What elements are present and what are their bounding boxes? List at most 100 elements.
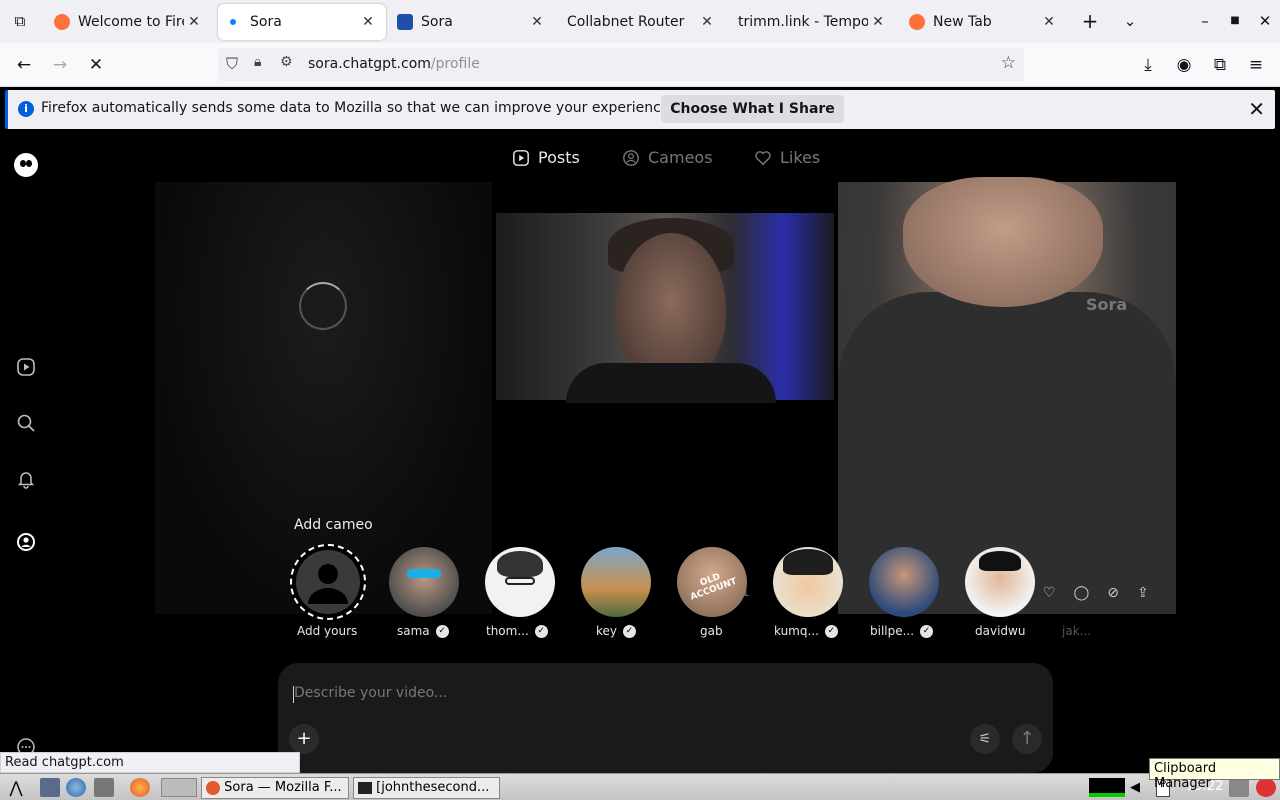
browser-tab-sora-active[interactable]: Sora ✕ [218,4,386,40]
browser-launcher-icon[interactable] [66,778,86,797]
add-yours-avatar[interactable] [290,544,366,620]
minimize-icon[interactable]: – [1194,10,1216,32]
lock-icon[interactable]: 🔒︎ [254,54,261,70]
taskbar-item-terminal[interactable]: [johnthesecond... [353,777,500,799]
add-plus-icon[interactable]: + [289,724,319,754]
bookmark-star-icon[interactable]: ☆ [1001,53,1016,73]
sora-profile-page: Posts Cameos Likes Sora 1 ♡ ◯ ⊘ ⇪ Add ca… [0,133,1280,773]
comment-icon[interactable]: ◯ [1074,585,1090,601]
forward-arrow-icon[interactable]: → [48,53,72,77]
account-icon[interactable]: ◉ [1172,53,1196,77]
person-placeholder-icon [296,550,360,614]
terminal-icon [358,781,372,794]
close-tab-icon[interactable]: ✕ [697,14,717,30]
app-menu-icon[interactable]: ≡ [1244,53,1268,77]
verified-check-icon: ✓ [824,624,838,638]
settings-sliders-icon[interactable]: ⚟ [970,724,1000,754]
cameo-label: gab [700,624,723,638]
close-tab-icon[interactable]: ✕ [527,14,547,30]
share-icon[interactable]: ⇪ [1137,585,1149,601]
power-icon[interactable] [1256,778,1276,797]
browser-tab-label: New Tab [933,14,992,30]
verified-check-icon: ✓ [920,624,934,638]
close-tab-icon[interactable]: ✕ [184,14,204,30]
choose-what-i-share-button[interactable]: Choose What I Share [661,95,844,123]
describe-video-input[interactable]: Describe your video... [294,685,447,701]
close-notification-icon[interactable]: ✕ [1248,97,1265,121]
url-bar[interactable]: ⛉ 🔒︎ ⚙︎ sora.chatgpt.com/profile ☆ [218,48,1024,81]
file-manager-icon[interactable] [94,778,114,797]
taskbar: ⋀ Sora — Mozilla F... [johnthesecond... … [0,773,1280,800]
tab-cameos[interactable]: Cameos [622,148,713,167]
taskbar-item-firefox[interactable]: Sora — Mozilla F... [201,777,349,799]
tab-cameos-label: Cameos [648,148,713,167]
window-close-icon[interactable]: ✕ [1254,10,1276,32]
close-tab-icon[interactable]: ✕ [868,14,888,30]
browser-tab-router[interactable]: Collabnet Router ✕ [559,4,725,40]
avatar[interactable] [869,547,939,617]
tab-overview-icon[interactable]: ⧉ [9,10,31,32]
video-thumbnail-face [903,177,1103,307]
close-tab-icon[interactable]: ✕ [1039,14,1059,30]
prompt-composer: Describe your video... + ⚟ ↑ [278,663,1053,773]
browser-tab-newtab[interactable]: New Tab ✕ [901,4,1067,40]
tab-likes[interactable]: Likes [754,148,820,167]
maximize-icon[interactable]: ■ [1224,10,1246,32]
extensions-icon[interactable]: ⧉ [1208,53,1232,77]
list-tabs-chevron-icon[interactable]: ⌄ [1119,10,1141,32]
tracking-shield-icon[interactable]: ⛉ [226,54,238,74]
remix-icon[interactable]: ⊘ [1107,585,1119,601]
verified-check-icon: ✓ [623,624,637,638]
browser-tab-welcome[interactable]: Welcome to Firefox ✕ [46,4,212,40]
back-arrow-icon[interactable]: ← [12,53,36,77]
close-tab-icon[interactable]: ✕ [358,14,378,30]
browser-tab-label: trimm.link - Tempor [738,14,868,30]
new-tab-plus-icon[interactable]: + [1079,10,1101,32]
cameo-label: sama ✓ [397,624,449,638]
workspace-switcher[interactable] [161,778,197,797]
sora-watermark: Sora [1086,295,1128,314]
volume-icon[interactable]: ◀︎ [1130,778,1150,797]
loading-dot-icon [230,19,236,25]
browser-tab-label: Sora [421,14,453,30]
feed-play-icon[interactable] [16,357,36,377]
cpu-monitor-graph [1089,778,1125,797]
search-icon[interactable] [16,413,36,433]
avatar[interactable]: OLD ACCOUNT [677,547,747,617]
video-tile[interactable] [496,213,834,403]
bell-icon[interactable] [16,469,36,489]
firefox-icon [909,14,925,30]
network-icon[interactable] [1229,778,1249,797]
tab-posts-label: Posts [538,148,580,167]
data-notification-bar: i Firefox automatically sends some data … [5,90,1275,129]
loading-spinner [299,282,347,330]
play-square-icon [513,149,529,166]
show-desktop-icon[interactable] [40,778,60,797]
verified-check-icon: ✓ [435,624,449,638]
profile-icon[interactable] [16,532,36,552]
firefox-icon [54,14,70,30]
sora-logo-icon[interactable] [14,153,38,177]
avatar[interactable] [581,547,651,617]
url-host: sora.chatgpt.com [308,56,431,72]
info-icon: i [18,101,34,117]
stop-loading-icon[interactable]: ✕ [84,53,108,77]
cameo-label: thom... ✓ [486,624,548,638]
cameo-label: kumq... ✓ [774,624,838,638]
avatar[interactable] [773,547,843,617]
browser-tab-trimm[interactable]: trimm.link - Tempor ✕ [730,4,896,40]
tab-posts[interactable]: Posts [512,148,580,167]
avatar[interactable] [965,547,1035,617]
browser-tab-sora[interactable]: Sora ✕ [389,4,555,40]
start-menu-icon[interactable]: ⋀ [6,778,26,797]
sora-favicon-icon [397,14,413,30]
like-heart-icon[interactable]: ♡ [1043,585,1056,601]
firefox-icon [206,780,220,795]
avatar[interactable] [485,547,555,617]
firefox-launcher-icon[interactable] [130,778,150,797]
status-bar: Read chatgpt.com [0,752,300,773]
submit-arrow-up-icon[interactable]: ↑ [1012,724,1042,754]
downloads-icon[interactable]: ⤓ [1136,53,1160,77]
avatar[interactable] [389,547,459,617]
permissions-icon[interactable]: ⚙︎ [280,54,293,70]
